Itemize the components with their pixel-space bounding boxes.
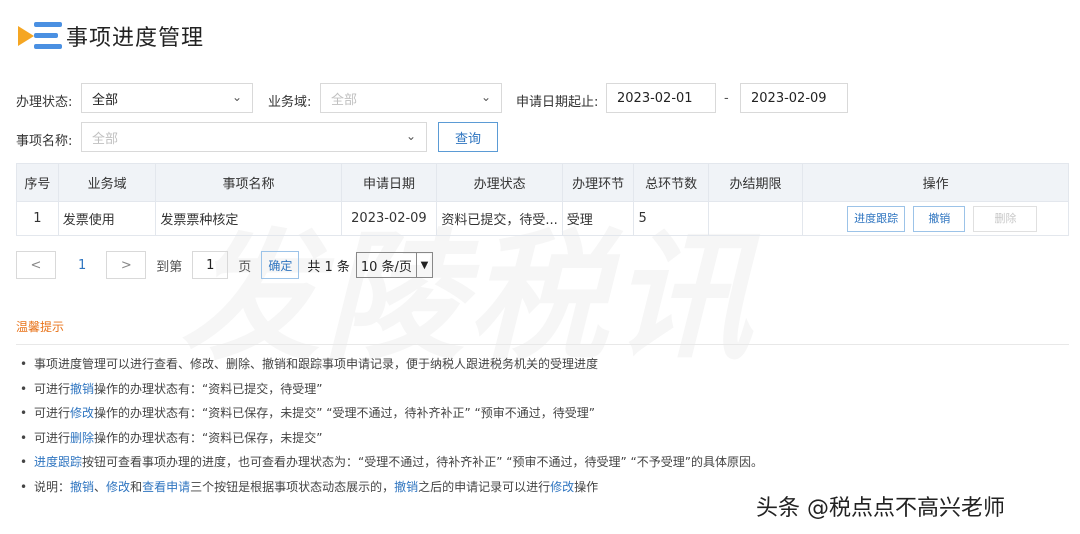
col-header-deadline: 办结期限 <box>707 163 804 202</box>
revoke-link[interactable]: 撤销 <box>394 480 418 494</box>
domain-select[interactable]: 全部 ⌄ <box>320 83 502 113</box>
date-separator: - <box>724 91 729 106</box>
item-name-placeholder: 全部 <box>92 131 119 147</box>
tip-item: 进度跟踪按钮可查看事项办理的进度，也可查看办理状态为：“受理不通过，待补齐补正”… <box>20 453 763 478</box>
col-header-actions: 操作 <box>802 163 1069 202</box>
pagination: < 1 > 到第 1 页 确定 共 1 条 10 条/页 ▼ <box>16 251 433 279</box>
chevron-down-icon: ▼ <box>415 253 432 277</box>
domain-label: 业务域: <box>268 95 312 110</box>
tip-item: 可进行撤销操作的办理状态有：“资料已提交，待受理” <box>20 380 763 405</box>
col-header-item: 事项名称 <box>155 163 342 202</box>
cell-actions: 进度跟踪 撤销 删除 <box>802 201 1069 236</box>
revoke-link[interactable]: 撤销 <box>70 382 94 396</box>
goto-page-input[interactable]: 1 <box>192 251 229 279</box>
col-header-stage: 办理环节 <box>561 163 635 202</box>
status-select[interactable]: 全部 ⌄ <box>81 83 253 113</box>
modify-link[interactable]: 修改 <box>550 480 574 494</box>
tips-list: 事项进度管理可以进行查看、修改、删除、撤销和跟踪事项申请记录，便于纳税人跟进税务… <box>20 355 763 503</box>
table-row: 1 发票使用 发票票种核定 2023-02-09 资料已提交，待受... 受理 … <box>16 201 1069 236</box>
goto-prefix: 到第 <box>156 259 183 275</box>
goto-confirm-button[interactable]: 确定 <box>261 251 300 279</box>
date-start-input[interactable]: 2023-02-01 <box>606 83 716 113</box>
cell-total: 5 <box>633 201 709 236</box>
tips-title: 温馨提示 <box>16 320 65 334</box>
next-page-button[interactable]: > <box>106 251 147 279</box>
col-header-total: 总环节数 <box>633 163 709 202</box>
modify-link[interactable]: 修改 <box>70 406 94 420</box>
delete-link[interactable]: 删除 <box>70 431 94 445</box>
tip-item: 说明：撤销、修改和查看申请三个按钮是根据事项状态动态展示的，撤销之后的申请记录可… <box>20 478 763 503</box>
item-name-label: 事项名称: <box>16 134 73 149</box>
modify-link[interactable]: 修改 <box>106 480 130 494</box>
chevron-down-icon: ⌄ <box>405 129 416 143</box>
tip-item: 可进行删除操作的办理状态有：“资料已保存，未提交” <box>20 429 763 454</box>
revoke-button[interactable]: 撤销 <box>913 205 966 232</box>
page-size-value: 10 条/页 <box>360 259 412 275</box>
table-header-row: 序号 业务域 事项名称 申请日期 办理状态 办理环节 总环节数 办结期限 操作 <box>16 163 1069 202</box>
cell-stage: 受理 <box>561 201 635 236</box>
track-progress-button[interactable]: 进度跟踪 <box>847 205 906 232</box>
track-progress-link[interactable]: 进度跟踪 <box>34 455 82 469</box>
chevron-down-icon: ⌄ <box>480 90 491 104</box>
col-header-date: 申请日期 <box>340 163 438 202</box>
current-page-number[interactable]: 1 <box>78 258 86 273</box>
chevron-down-icon: ⌄ <box>231 90 242 104</box>
col-header-domain: 业务域 <box>57 163 157 202</box>
tip-item: 可进行修改操作的办理状态有：“资料已保存，未提交” “受理不通过，待补齐补正” … <box>20 404 763 429</box>
revoke-link[interactable]: 撤销 <box>70 480 94 494</box>
tip-item: 事项进度管理可以进行查看、修改、删除、撤销和跟踪事项申请记录，便于纳税人跟进税务… <box>20 355 763 380</box>
status-select-value: 全部 <box>92 92 119 108</box>
date-range-label: 申请日期起止: <box>516 95 599 110</box>
delete-button[interactable]: 删除 <box>973 205 1038 232</box>
cell-date: 2023-02-09 <box>340 201 438 236</box>
view-application-link[interactable]: 查看申请 <box>142 480 190 494</box>
query-button[interactable]: 查询 <box>438 122 498 152</box>
col-header-index: 序号 <box>16 163 59 202</box>
domain-select-placeholder: 全部 <box>331 92 358 108</box>
results-table: 序号 业务域 事项名称 申请日期 办理状态 办理环节 总环节数 办结期限 操作 … <box>16 163 1069 236</box>
cell-deadline <box>707 201 804 236</box>
tips-divider <box>16 344 1069 345</box>
date-end-input[interactable]: 2023-02-09 <box>740 83 848 113</box>
cell-index: 1 <box>16 201 59 236</box>
cell-status: 资料已提交，待受... <box>436 201 563 236</box>
prev-page-button[interactable]: < <box>16 251 56 279</box>
goto-suffix: 页 <box>238 259 252 275</box>
page-size-select[interactable]: 10 条/页 ▼ <box>355 252 433 278</box>
cell-domain: 发票使用 <box>57 201 157 236</box>
status-label: 办理状态: <box>16 95 73 110</box>
page-title: 事项进度管理 <box>66 26 205 51</box>
page-header: 事项进度管理 <box>16 14 204 58</box>
item-name-select[interactable]: 全部 ⌄ <box>81 122 427 152</box>
total-count: 共 1 条 <box>307 259 350 275</box>
col-header-status: 办理状态 <box>436 163 563 202</box>
cell-item: 发票票种核定 <box>155 201 342 236</box>
source-credit: 头条 @税点点不高兴老师 <box>756 496 1005 521</box>
list-play-icon <box>16 16 64 56</box>
